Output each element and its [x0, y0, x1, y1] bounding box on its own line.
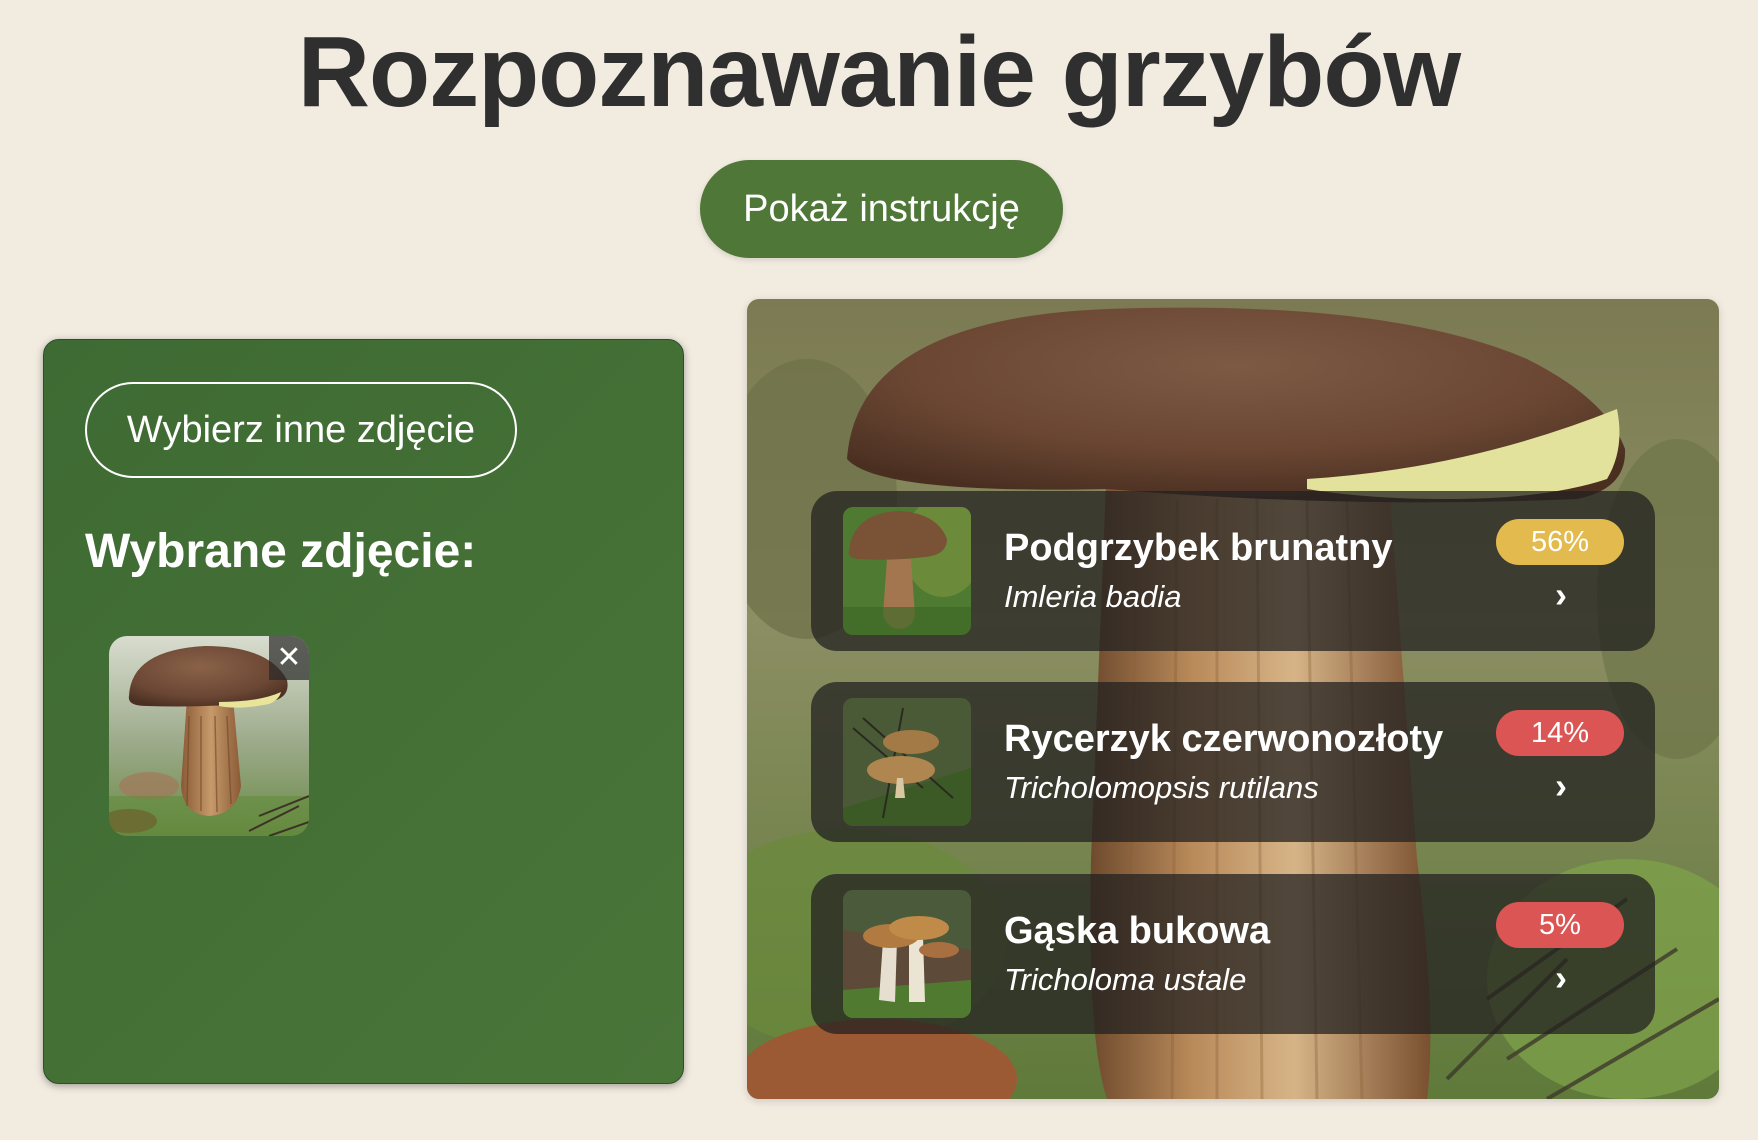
result-latin-name: Imleria badia: [1004, 579, 1182, 614]
result-card[interactable]: Gąska bukowa Tricholoma ustale 5% ›: [811, 874, 1655, 1034]
close-icon[interactable]: ✕: [269, 636, 309, 680]
confidence-badge: 5%: [1496, 902, 1624, 948]
selected-photo-thumbnail: ✕: [109, 636, 309, 836]
result-latin-name: Tricholomopsis rutilans: [1004, 770, 1319, 805]
results-panel: Podgrzybek brunatny Imleria badia 56% › …: [747, 299, 1719, 1099]
result-card[interactable]: Podgrzybek brunatny Imleria badia 56% ›: [811, 491, 1655, 651]
result-name: Podgrzybek brunatny: [1004, 527, 1393, 569]
choose-another-photo-button[interactable]: Wybierz inne zdjęcie: [85, 382, 517, 478]
chevron-right-icon[interactable]: ›: [1546, 766, 1576, 806]
chevron-right-icon[interactable]: ›: [1546, 958, 1576, 998]
bolete-thumbnail: [843, 507, 971, 635]
result-thumbnail: [843, 698, 971, 826]
result-name: Gąska bukowa: [1004, 910, 1271, 952]
show-instructions-button[interactable]: Pokaż instrukcję: [700, 160, 1063, 258]
result-thumbnail: [843, 890, 971, 1018]
tricholoma-thumbnail: [843, 890, 971, 1018]
confidence-badge: 56%: [1496, 519, 1624, 565]
result-latin-name: Tricholoma ustale: [1004, 962, 1247, 997]
result-card[interactable]: Rycerzyk czerwonozłoty Tricholomopsis ru…: [811, 682, 1655, 842]
confidence-badge: 14%: [1496, 710, 1624, 756]
result-name: Rycerzyk czerwonozłoty: [1004, 718, 1444, 760]
page-title: Rozpoznawanie grzybów: [297, 16, 1461, 128]
tricholomopsis-thumbnail: [843, 698, 971, 826]
result-thumbnail: [843, 507, 971, 635]
selected-photo-label: Wybrane zdjęcie:: [85, 525, 477, 578]
upload-panel: Wybierz inne zdjęcie Wybrane zdjęcie: ✕: [43, 339, 684, 1084]
chevron-right-icon[interactable]: ›: [1546, 575, 1576, 615]
